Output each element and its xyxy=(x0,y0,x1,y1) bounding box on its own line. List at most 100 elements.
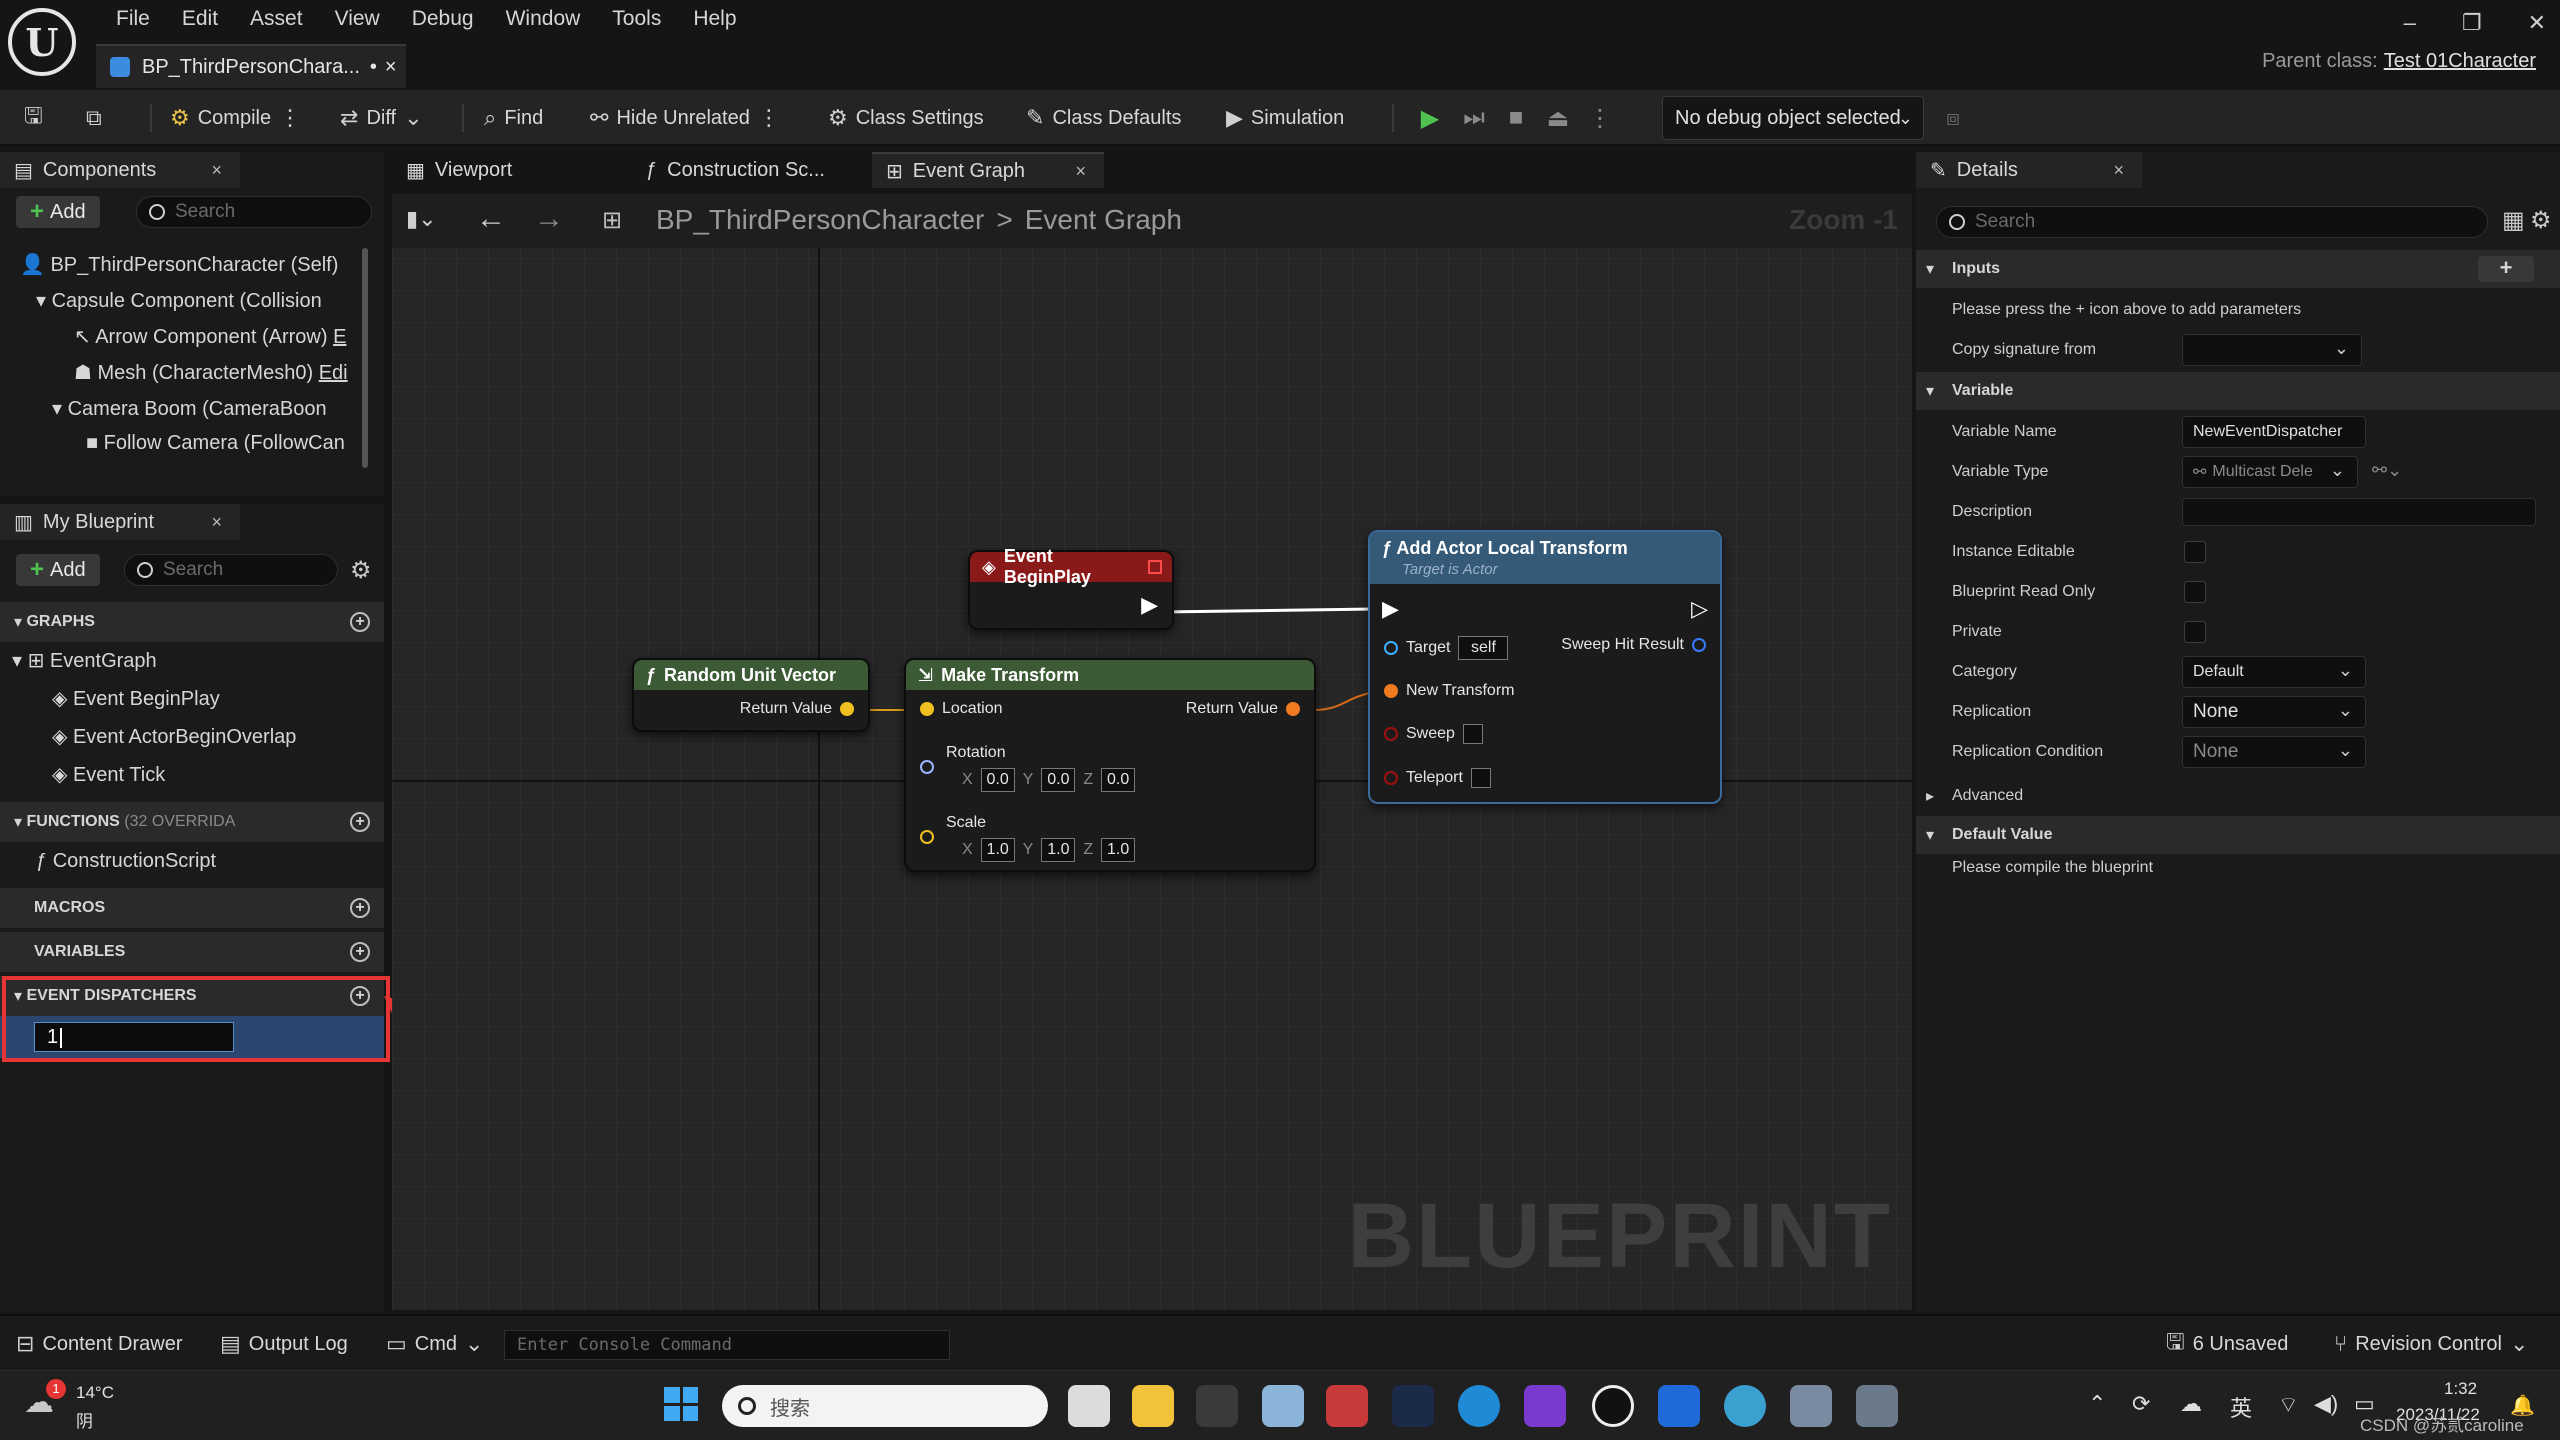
scrollbar[interactable] xyxy=(362,248,368,468)
edit-link[interactable]: E xyxy=(333,326,346,348)
debug-filter-icon[interactable]: ⧈ xyxy=(1946,100,1960,136)
variable-type-select[interactable]: ⚯ Multicast Dele ⌄ xyxy=(2182,456,2358,488)
settings-gear-icon[interactable]: ⚙ xyxy=(350,556,372,585)
minimize-icon[interactable]: – xyxy=(2404,10,2416,36)
unsaved-button[interactable]: 🖫 6 Unsaved xyxy=(2166,1326,2288,1362)
volume-icon[interactable]: ◀) xyxy=(2314,1391,2338,1417)
add-component-button[interactable]: + Add xyxy=(16,196,100,228)
pin-return-value[interactable]: Return Value xyxy=(740,700,854,718)
functions-section[interactable]: ▾ FUNCTIONS (32 OVERRIDA + xyxy=(0,802,384,842)
restore-icon[interactable]: ❐ xyxy=(2462,10,2482,36)
edit-link[interactable]: Edi xyxy=(319,362,348,384)
event-beginoverlap-item[interactable]: ◈ Event ActorBeginOverlap xyxy=(52,724,296,749)
components-tab[interactable]: ▤ Components × xyxy=(0,152,240,188)
app-icon[interactable] xyxy=(1724,1385,1766,1427)
ime-indicator[interactable]: 英 xyxy=(2230,1391,2252,1423)
pin-location[interactable]: Location xyxy=(920,700,1003,718)
tab-construction[interactable]: ƒ Construction Sc... xyxy=(632,152,862,188)
menu-edit[interactable]: Edit xyxy=(166,2,234,38)
menu-tools[interactable]: Tools xyxy=(596,2,677,38)
copy-signature-select[interactable]: ⌄ xyxy=(2182,334,2362,366)
advanced-row[interactable]: ▸ Advanced xyxy=(1916,776,2560,816)
menu-file[interactable]: File xyxy=(100,2,166,38)
tree-item-mesh[interactable]: ☗ Mesh (CharacterMesh0) Edi xyxy=(74,360,348,385)
event-beginplay-item[interactable]: ◈ Event BeginPlay xyxy=(52,686,220,711)
inputs-section[interactable]: ▾ Inputs + xyxy=(1916,250,2560,288)
add-member-button[interactable]: + Add xyxy=(16,554,100,586)
tree-item-follow-camera[interactable]: ■ Follow Camera (FollowCan xyxy=(86,432,345,455)
delegate-pin[interactable] xyxy=(1148,560,1162,574)
app-icon[interactable] xyxy=(1326,1385,1368,1427)
more-icon[interactable]: ⋮ xyxy=(1582,102,1618,134)
menu-window[interactable]: Window xyxy=(490,2,597,38)
details-tab[interactable]: ✎ Details × xyxy=(1916,152,2142,188)
pin-new-transform[interactable]: New Transform xyxy=(1384,682,1514,700)
scale-z[interactable]: 1.0 xyxy=(1101,838,1136,862)
edge-icon[interactable] xyxy=(1458,1385,1500,1427)
node-make-transform[interactable]: ⇲ Make Transform Location Return Value Ro… xyxy=(904,658,1316,872)
app-icon[interactable] xyxy=(1856,1385,1898,1427)
variables-section[interactable]: VARIABLES + xyxy=(0,932,384,972)
wifi-icon[interactable]: ⌔ xyxy=(2278,1391,2299,1419)
menu-help[interactable]: Help xyxy=(677,2,752,38)
debug-object-select[interactable]: No debug object selected ⌄ xyxy=(1662,96,1924,140)
unreal-logo[interactable]: U xyxy=(8,8,76,76)
output-log-button[interactable]: ▤ Output Log xyxy=(220,1326,348,1362)
close-icon[interactable]: × xyxy=(211,512,222,533)
instance-editable-checkbox[interactable] xyxy=(2184,541,2206,563)
visual-studio-icon[interactable] xyxy=(1524,1385,1566,1427)
save-icon[interactable]: 🖫 xyxy=(24,100,43,136)
close-icon[interactable]: × xyxy=(1075,161,1086,182)
find-button[interactable]: ⌕ Find xyxy=(484,100,543,136)
pin-target[interactable]: Target self xyxy=(1384,636,1509,660)
cloud-icon[interactable]: ☁ xyxy=(2180,1391,2202,1417)
my-blueprint-tab[interactable]: ▥ My Blueprint × xyxy=(0,504,240,540)
eject-icon[interactable]: ⏏ xyxy=(1540,102,1576,134)
document-tab[interactable]: BP_ThirdPersonChara... • × xyxy=(96,44,406,88)
event-graph-item[interactable]: ▾ ⊞ EventGraph xyxy=(12,648,157,673)
task-view-icon[interactable] xyxy=(1068,1385,1110,1427)
class-settings-button[interactable]: ⚙ Class Settings xyxy=(828,100,984,136)
event-graph-canvas[interactable]: ▮⌄ ← → ⊞ BP_ThirdPersonCharacter > Event… xyxy=(392,194,1912,1310)
app-icon[interactable] xyxy=(1658,1385,1700,1427)
rotator-pin-icon[interactable] xyxy=(920,760,934,774)
app-icon[interactable] xyxy=(1392,1385,1434,1427)
file-explorer-icon[interactable] xyxy=(1132,1385,1174,1427)
revision-control-button[interactable]: ⑂ Revision Control ⌄ xyxy=(2334,1326,2528,1362)
close-icon[interactable]: × xyxy=(2113,160,2124,181)
cmd-select[interactable]: ▭ Cmd ⌄ xyxy=(386,1326,483,1362)
bp-readonly-checkbox[interactable] xyxy=(2184,581,2206,603)
description-input[interactable] xyxy=(2182,498,2536,526)
rotation-z[interactable]: 0.0 xyxy=(1101,768,1136,792)
pin-sweep[interactable]: Sweep xyxy=(1384,724,1483,744)
browse-icon[interactable]: ⧉ xyxy=(86,100,102,136)
console-input[interactable]: Enter Console Command xyxy=(504,1330,950,1360)
exec-out-pin[interactable]: ▶ xyxy=(1141,592,1158,618)
tree-item-camera-boom[interactable]: ▾ Camera Boom (CameraBoon xyxy=(52,396,327,421)
node-random-unit-vector[interactable]: ƒ Random Unit Vector Return Value xyxy=(632,658,870,732)
container-type-icon[interactable]: ⚯⌄ xyxy=(2372,460,2402,481)
sync-icon[interactable]: ⟳ xyxy=(2132,1391,2150,1417)
node-add-actor-local-transform[interactable]: ƒ Add Actor Local Transform Target is Ac… xyxy=(1368,530,1722,804)
variable-name-input[interactable]: NewEventDispatcher xyxy=(2182,416,2366,448)
replication-select[interactable]: None ⌄ xyxy=(2182,696,2366,728)
content-drawer-button[interactable]: ⊟ Content Drawer xyxy=(16,1326,183,1362)
scale-pin-icon[interactable] xyxy=(920,830,934,844)
sweep-checkbox[interactable] xyxy=(1462,724,1483,744)
exec-out-pin[interactable]: ▷ xyxy=(1691,596,1708,622)
private-checkbox[interactable] xyxy=(2184,621,2206,643)
scale-y[interactable]: 1.0 xyxy=(1041,838,1076,862)
exec-in-pin[interactable]: ▶ xyxy=(1382,596,1399,622)
simulation-button[interactable]: ▶ Simulation xyxy=(1226,100,1344,136)
pin-return-value[interactable]: Return Value xyxy=(1186,700,1300,718)
pin-sweep-hit-result[interactable]: Sweep Hit Result xyxy=(1561,636,1706,654)
tab-event-graph[interactable]: ⊞ Event Graph × xyxy=(872,152,1104,188)
close-icon[interactable]: × xyxy=(385,56,397,79)
grid-view-icon[interactable]: ▦ xyxy=(2502,206,2525,235)
menu-debug[interactable]: Debug xyxy=(396,2,490,38)
add-macro-icon[interactable]: + xyxy=(350,898,370,918)
teleport-checkbox[interactable] xyxy=(1470,768,1491,788)
step-icon[interactable]: ⏭ xyxy=(1456,102,1492,134)
add-parameter-button[interactable]: + xyxy=(2478,256,2534,282)
close-window-icon[interactable]: ✕ xyxy=(2528,10,2546,36)
